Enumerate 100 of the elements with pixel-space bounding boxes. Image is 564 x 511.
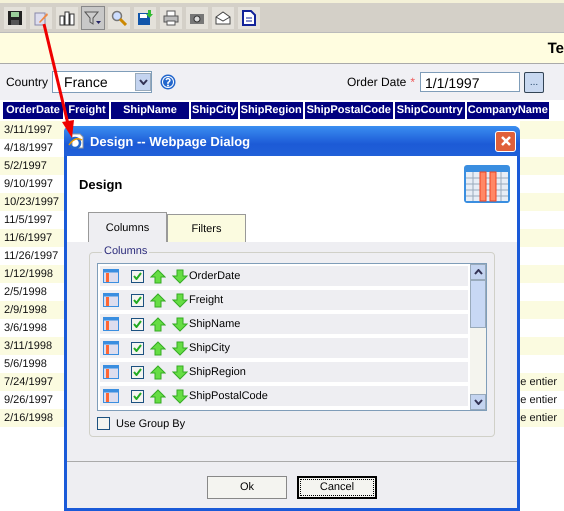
down-arrow-icon[interactable] bbox=[172, 292, 188, 308]
table-cell-text: e entier bbox=[520, 376, 558, 388]
table-cell-text: e entier bbox=[520, 412, 558, 424]
table-cell-text: e entier bbox=[520, 394, 558, 406]
table-cell-text: 1/12/1998 bbox=[3, 268, 53, 280]
scrollbar[interactable] bbox=[470, 264, 486, 410]
checkbox[interactable] bbox=[131, 270, 144, 282]
column-header[interactable]: ShipRegion bbox=[240, 102, 303, 119]
table-cell-text: 9/10/1997 bbox=[3, 178, 53, 190]
column-name: ShipRegion bbox=[189, 366, 246, 378]
table-columns-icon bbox=[463, 164, 511, 204]
column-header[interactable]: ShipCity bbox=[191, 102, 238, 119]
table-icon bbox=[103, 365, 119, 379]
column-header[interactable]: ShipName bbox=[111, 102, 189, 119]
table-cell-text: 11/6/1997 bbox=[3, 232, 52, 244]
up-arrow-icon[interactable] bbox=[150, 268, 166, 284]
dialog-heading: Design bbox=[79, 176, 122, 192]
column-item[interactable]: ShipName bbox=[100, 314, 468, 334]
export-button[interactable] bbox=[133, 6, 157, 30]
column-header[interactable]: OrderDate bbox=[3, 102, 63, 119]
checkbox[interactable] bbox=[131, 294, 144, 306]
column-header[interactable]: ShipCountry bbox=[394, 102, 465, 119]
up-arrow-icon[interactable] bbox=[150, 364, 166, 380]
table-cell-text: 7/24/1997 bbox=[3, 376, 53, 388]
column-name: ShipPostalCode bbox=[189, 390, 268, 402]
table-cell-text: 2/16/1998 bbox=[3, 412, 53, 424]
down-arrow-icon[interactable] bbox=[172, 316, 188, 332]
table-cell-text: 3/11/1997 bbox=[3, 124, 52, 136]
country-dropdown[interactable]: France bbox=[52, 71, 152, 93]
filter-button[interactable] bbox=[81, 6, 105, 30]
search-button[interactable] bbox=[107, 6, 131, 30]
order-date-label: Order Date bbox=[346, 75, 406, 89]
column-header[interactable]: ShipPostalCode bbox=[304, 102, 393, 119]
column-item[interactable]: ShipRegion bbox=[100, 362, 468, 382]
table-cell-text: 3/11/1998 bbox=[3, 340, 52, 352]
up-arrow-icon[interactable] bbox=[150, 292, 166, 308]
printer-icon bbox=[163, 10, 179, 26]
down-arrow-icon[interactable] bbox=[172, 268, 188, 284]
checkbox[interactable] bbox=[131, 390, 144, 402]
document-button[interactable] bbox=[237, 6, 261, 30]
date-picker-button[interactable]: ... bbox=[524, 72, 544, 92]
required-mark: * bbox=[410, 75, 415, 89]
dialog-button[interactable]: Ok bbox=[207, 476, 287, 498]
checkbox-label: Use Group By bbox=[116, 418, 186, 430]
checkbox[interactable] bbox=[131, 342, 144, 354]
table-cell-text: 11/5/1997 bbox=[3, 214, 52, 226]
chevron-down-icon bbox=[138, 79, 148, 85]
tab[interactable]: Columns bbox=[88, 212, 167, 242]
save-icon bbox=[7, 10, 23, 26]
up-arrow-icon[interactable] bbox=[150, 388, 166, 404]
column-header[interactable]: Freight bbox=[65, 102, 109, 119]
table-cell-text: 9/26/1997 bbox=[3, 394, 53, 406]
save-button[interactable] bbox=[3, 6, 27, 30]
table-icon bbox=[103, 341, 119, 355]
chart-button[interactable] bbox=[55, 6, 79, 30]
pencil-icon bbox=[33, 10, 49, 26]
table-icon bbox=[103, 293, 119, 307]
table-cell-text: 3/6/1998 bbox=[3, 322, 47, 334]
table-icon bbox=[103, 317, 119, 331]
close-icon bbox=[500, 135, 512, 147]
dialog-button[interactable]: Cancel bbox=[297, 476, 377, 498]
mail-button[interactable] bbox=[211, 6, 235, 30]
column-item[interactable]: ShipCity bbox=[100, 338, 468, 358]
column-item[interactable]: ShipPostalCode bbox=[100, 386, 468, 406]
print-button[interactable] bbox=[159, 6, 183, 30]
close-button[interactable] bbox=[495, 130, 516, 152]
table-cell-text: 5/6/1998 bbox=[3, 358, 47, 370]
report-title: Te bbox=[548, 40, 564, 56]
column-name: ShipCity bbox=[189, 342, 230, 354]
up-arrow-icon[interactable] bbox=[150, 316, 166, 332]
envelope-icon bbox=[215, 10, 231, 26]
down-arrow-icon[interactable] bbox=[172, 388, 188, 404]
search-icon bbox=[111, 10, 127, 26]
up-arrow-icon[interactable] bbox=[150, 340, 166, 356]
browser-page-icon bbox=[68, 133, 84, 149]
table-cell-text: 2/9/1998 bbox=[3, 304, 47, 316]
checkbox[interactable] bbox=[97, 417, 110, 430]
tab[interactable]: Filters bbox=[167, 214, 246, 242]
column-name: ShipName bbox=[189, 318, 240, 330]
column-name: OrderDate bbox=[189, 270, 240, 282]
group-label: Columns bbox=[102, 245, 150, 257]
document-icon bbox=[241, 10, 257, 26]
down-arrow-icon[interactable] bbox=[172, 340, 188, 356]
order-date-field[interactable]: 1/1/1997 bbox=[420, 72, 520, 92]
column-item[interactable]: Freight bbox=[100, 290, 468, 310]
chart-icon bbox=[59, 10, 75, 26]
checkbox[interactable] bbox=[131, 318, 144, 330]
table-cell-text: 4/18/1997 bbox=[3, 142, 53, 154]
help-icon[interactable] bbox=[160, 74, 176, 90]
table-cell-text: 2/5/1998 bbox=[3, 286, 47, 298]
checkbox[interactable] bbox=[131, 366, 144, 378]
table-cell-text: 10/23/1997 bbox=[3, 196, 60, 208]
table-icon bbox=[103, 389, 119, 403]
camera-button[interactable] bbox=[185, 6, 209, 30]
down-arrow-icon[interactable] bbox=[172, 364, 188, 380]
column-header[interactable]: CompanyName bbox=[466, 102, 549, 119]
funnel-icon bbox=[84, 10, 102, 26]
chevron-down-icon bbox=[474, 399, 482, 405]
table-cell-text: 11/26/1997 bbox=[3, 250, 58, 262]
column-item[interactable]: OrderDate bbox=[100, 266, 468, 286]
